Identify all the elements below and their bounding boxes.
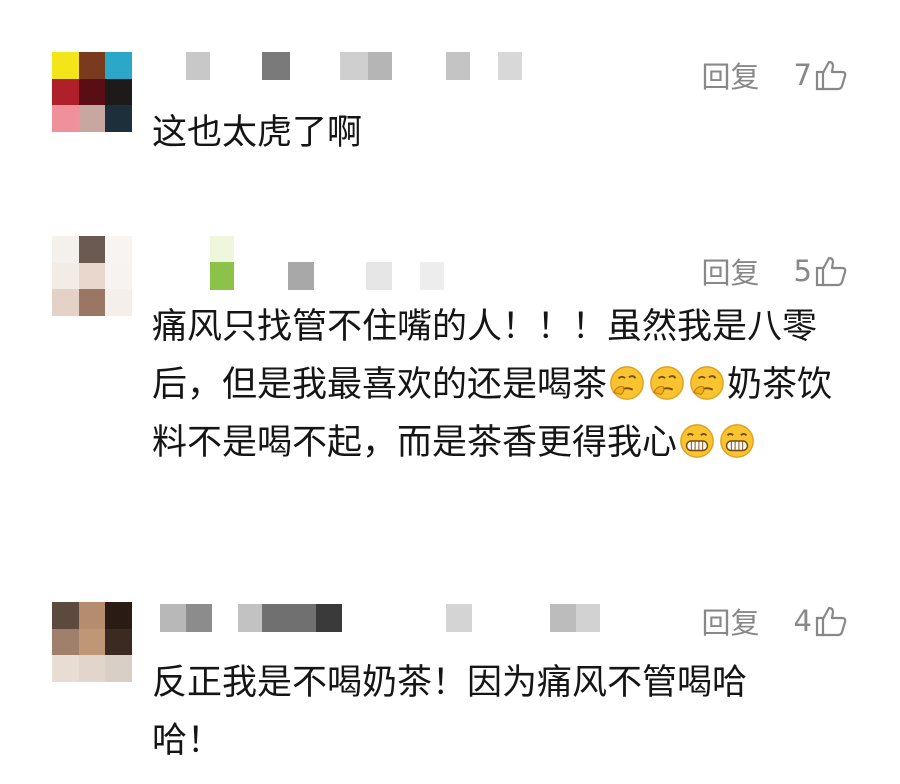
avatar-pixel [78,655,106,682]
username-blurred[interactable] [158,604,618,632]
avatar-pixel [105,655,132,682]
avatar-pixel [78,262,106,290]
name-pixel [262,604,316,632]
name-pixel [210,236,234,264]
reply-button[interactable]: 回复 [702,600,760,642]
avatar[interactable] [52,602,132,682]
avatar-pixel [52,236,79,263]
name-pixel [262,52,290,80]
avatar-pixel [52,655,79,682]
name-pixel [238,604,262,632]
name-pixel [576,604,600,632]
comment-text: 痛风只找管不住嘴的人！！！虽然我是八零后，但是我最喜欢的还是喝茶 奶茶饮料不是喝不… [152,298,852,472]
comment-meta: 回复 5 [702,250,848,292]
name-pixel [340,52,368,80]
name-pixel [446,604,472,632]
thumbs-up-icon[interactable] [814,254,848,288]
avatar-pixel [105,262,132,290]
comment-text: 反正我是不喝奶茶！因为痛风不管喝哈哈！ [152,663,748,761]
name-pixel [288,262,314,290]
like-count: 5 [793,254,812,288]
avatar[interactable] [52,52,132,132]
avatar-pixel [105,105,132,132]
avatar-pixel [78,78,106,106]
avatar-pixel [52,78,79,106]
name-pixel [366,262,392,290]
name-pixel [186,52,210,80]
thinking-face-emoji [690,366,724,400]
avatar-pixel [78,52,106,79]
grinning-face-emoji [680,424,714,458]
avatar-pixel [78,602,106,629]
avatar-pixel [78,236,106,263]
comment-meta: 回复 7 [702,54,848,96]
comment-meta: 回复 4 [702,600,848,642]
thinking-face-emoji [610,366,644,400]
name-pixel [368,52,392,80]
name-pixel [446,52,470,80]
name-pixel [498,52,522,80]
name-pixel [420,262,444,290]
avatar-pixel [105,236,132,263]
thumbs-up-icon[interactable] [814,604,848,638]
avatar-pixel [52,628,79,656]
like-count: 4 [793,604,812,638]
reply-button[interactable]: 回复 [702,54,760,96]
avatar-pixel [52,602,79,629]
reply-button[interactable]: 回复 [702,250,760,292]
avatar-pixel [78,105,106,132]
comment-text: 这也太虎了啊 [152,113,363,153]
avatar-pixel [52,262,79,290]
name-pixel [210,262,234,290]
thumbs-up-icon[interactable] [814,58,848,92]
avatar-pixel [105,628,132,656]
avatar-pixel [105,52,132,79]
name-pixel [186,604,212,632]
like-count: 7 [793,58,812,92]
username-blurred[interactable] [158,236,458,290]
avatar-pixel [52,289,79,316]
avatar-pixel [105,289,132,316]
name-pixel [160,604,186,632]
name-pixel [550,604,576,632]
avatar-pixel [52,105,79,132]
name-pixel [316,604,342,632]
avatar-pixel [52,52,79,79]
avatar-pixel [105,78,132,106]
avatar-pixel [78,628,106,656]
username-blurred[interactable] [158,52,538,80]
grinning-face-emoji [720,424,754,458]
avatar[interactable] [52,236,132,316]
thinking-face-emoji [650,366,684,400]
avatar-pixel [78,289,106,316]
avatar-pixel [105,602,132,629]
